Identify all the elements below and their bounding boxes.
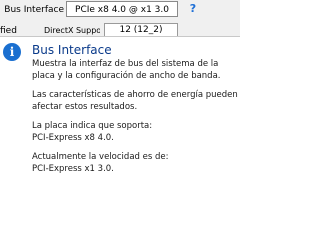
info-icon: i [3,43,21,61]
help-icon[interactable]: ? [180,1,206,17]
tooltip-title: Bus Interface [32,43,112,57]
directx-support-field[interactable]: 12 (12_2) [104,23,178,37]
tooltip-paragraph: Muestra la interfaz de bus del sistema d… [32,59,221,81]
app-background-panel: Bus Interface PCIe x8 4.0 @ x1 3.0 ? fie… [0,0,240,38]
tooltip-paragraph: Actualmente la velocidad es de: PCI-Expr… [32,152,169,174]
bus-interface-label: Bus Interface [4,5,64,15]
tooltip: i Bus Interface Muestra la interfaz de b… [0,36,240,201]
bus-interface-field[interactable]: PCIe x8 4.0 @ x1 3.0 [66,1,178,17]
tooltip-body: Muestra la interfaz de bus del sistema d… [32,59,238,183]
tooltip-paragraph: La placa indica que soporta: PCI-Express… [32,121,153,143]
tooltip-paragraph: Las características de ahorro de energía… [32,90,238,112]
